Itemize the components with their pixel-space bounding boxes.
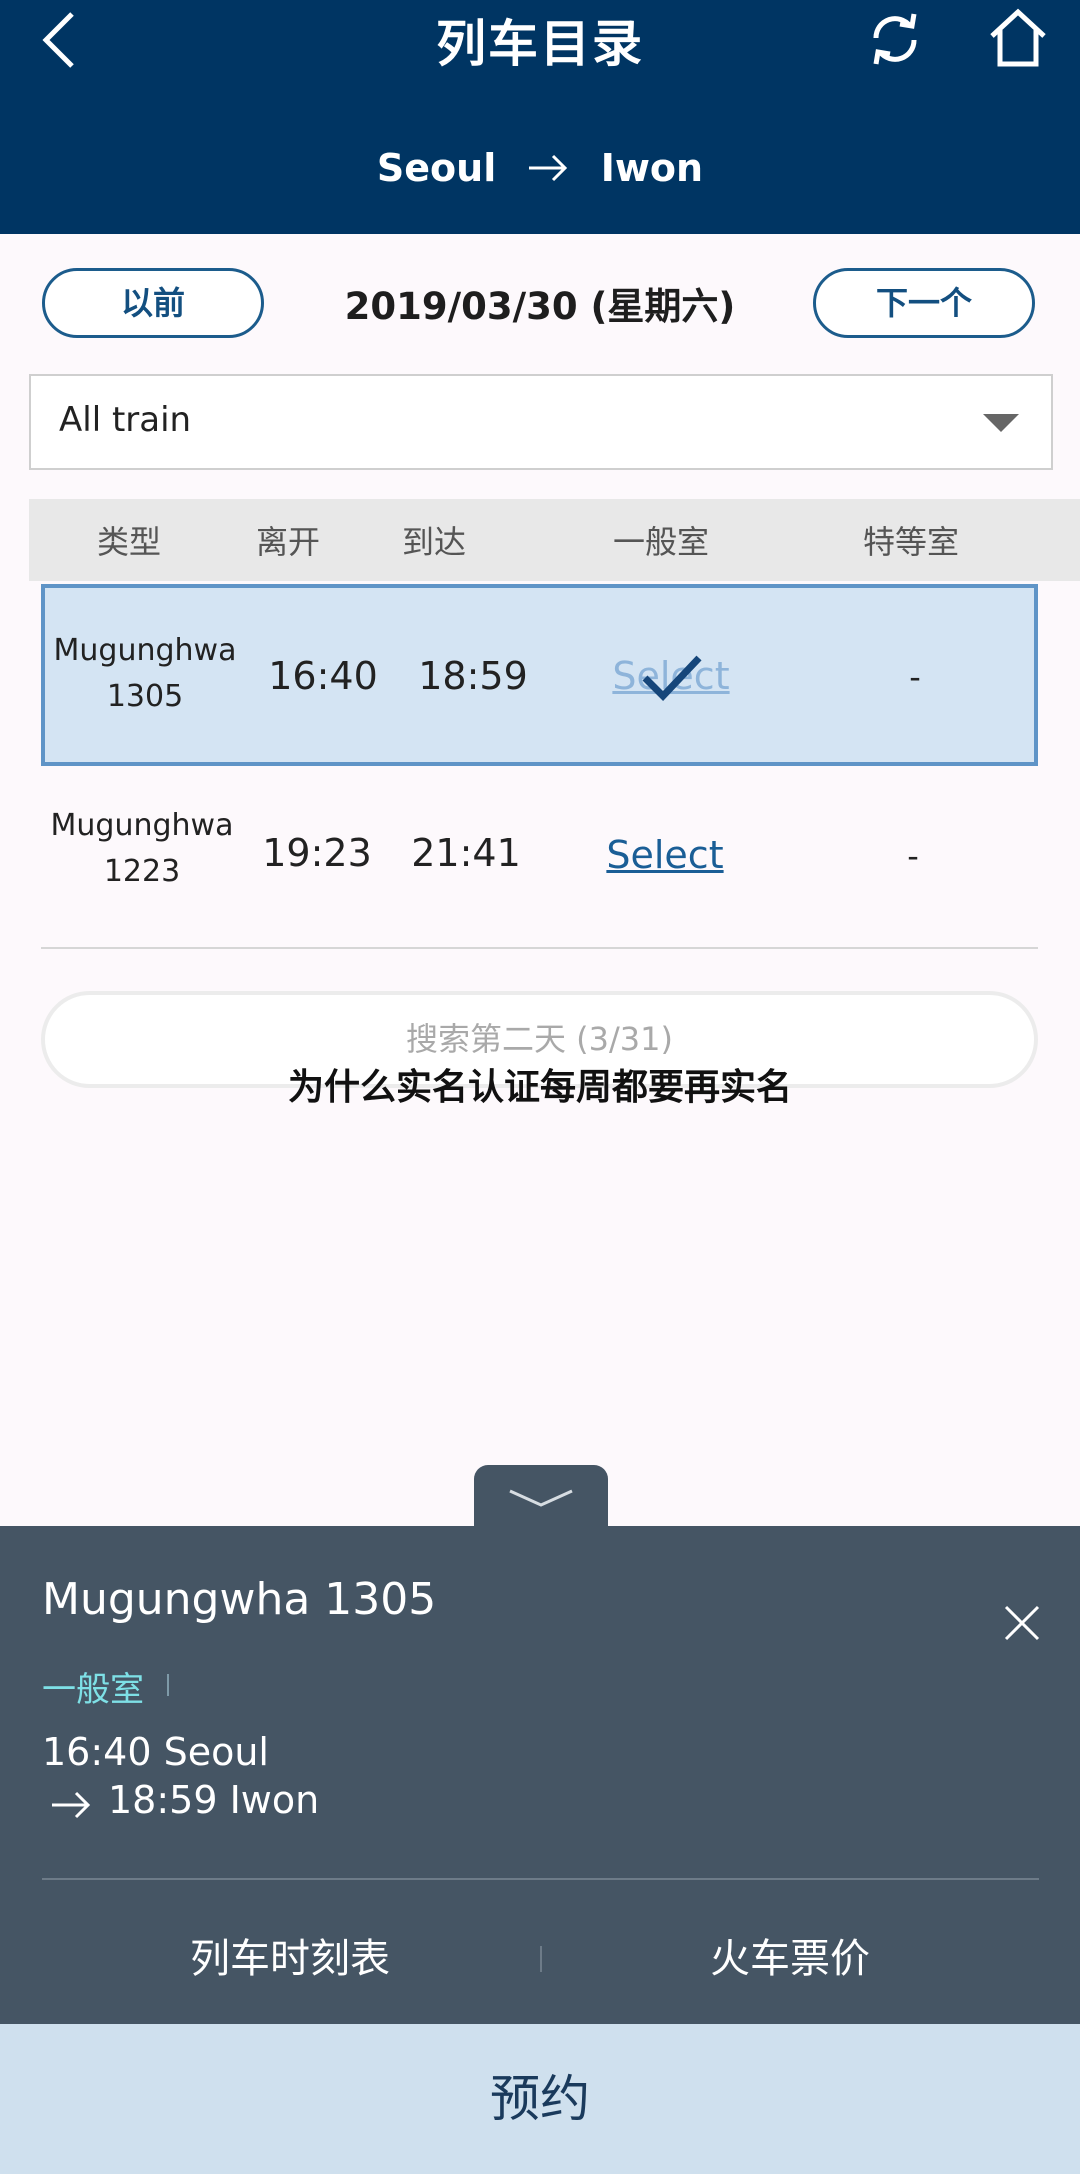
train-name: Mugunghwa 1305 [45,628,245,720]
train-type: Mugunghwa [53,633,237,668]
arrow-right-icon [52,1791,91,1819]
route-from: Seoul [376,146,497,190]
column-header-type: 类型 [96,523,161,561]
seat-class: 一般室 [42,1670,144,1710]
current-date: 2019/03/30 (星期六) [344,285,736,328]
table-row[interactable]: Mugunghwa 1223 19:23 21:41 Select - [42,765,1037,947]
home-icon[interactable] [988,6,1048,70]
column-header-arrive: 到达 [401,523,466,561]
fare-button[interactable]: 火车票价 [610,1926,970,1984]
arrive-time: 18:59 [418,654,528,698]
selection-panel: Mugungwha 1305 一般室 16:40 Seoul 18:59 Iwo… [0,1526,1080,2024]
departure-info: 16:40 Seoul [42,1730,269,1774]
reserve-button[interactable]: 预约 [0,2024,1080,2174]
arrival-info: 18:59 Iwon [108,1778,320,1822]
class-separator [167,1674,169,1696]
selected-train: Mugungwha 1305 [42,1574,437,1625]
special-value: - [909,658,921,696]
next-day-button[interactable]: 下一个 [813,268,1035,338]
train-number: 1305 [106,679,184,714]
caret-down-icon [983,414,1019,432]
collapse-handle[interactable] [474,1465,608,1531]
depart-time: 16:40 [268,654,378,698]
arrow-right-icon [529,154,568,182]
select-general-link[interactable]: Select [585,833,745,877]
train-name: Mugunghwa 1223 [42,803,242,895]
table-divider [41,947,1038,949]
overlay-caption: 为什么实名认证每周都要再实名 [287,1067,792,1108]
train-number: 1223 [103,854,181,889]
panel-divider [42,1878,1039,1880]
dropdown-value: All train [59,400,192,440]
depart-time: 19:23 [262,831,372,875]
route-to: Iwon [600,146,704,190]
previous-day-button[interactable]: 以前 [42,268,264,338]
special-value: - [907,837,919,875]
arrive-time: 21:41 [411,831,521,875]
link-separator [540,1946,542,1972]
timetable-button[interactable]: 列车时刻表 [110,1926,470,1984]
column-header-special: 特等室 [862,523,959,561]
column-header-general: 一般室 [612,523,709,561]
app-header: 列车目录 Seoul Iwon [0,0,1080,234]
table-header: 类型 离开 到达 一般室 特等室 [29,499,1080,581]
close-icon[interactable] [1003,1604,1041,1642]
train-type: Mugunghwa [50,808,234,843]
refresh-icon[interactable] [864,8,926,70]
table-row[interactable]: Mugunghwa 1305 16:40 18:59 Select - [41,584,1038,766]
check-icon [642,655,702,702]
chevron-down-icon [509,1489,573,1507]
column-header-depart: 离开 [255,523,320,561]
train-type-dropdown[interactable]: All train [29,374,1053,470]
route-summary: Seoul Iwon [0,146,1080,190]
